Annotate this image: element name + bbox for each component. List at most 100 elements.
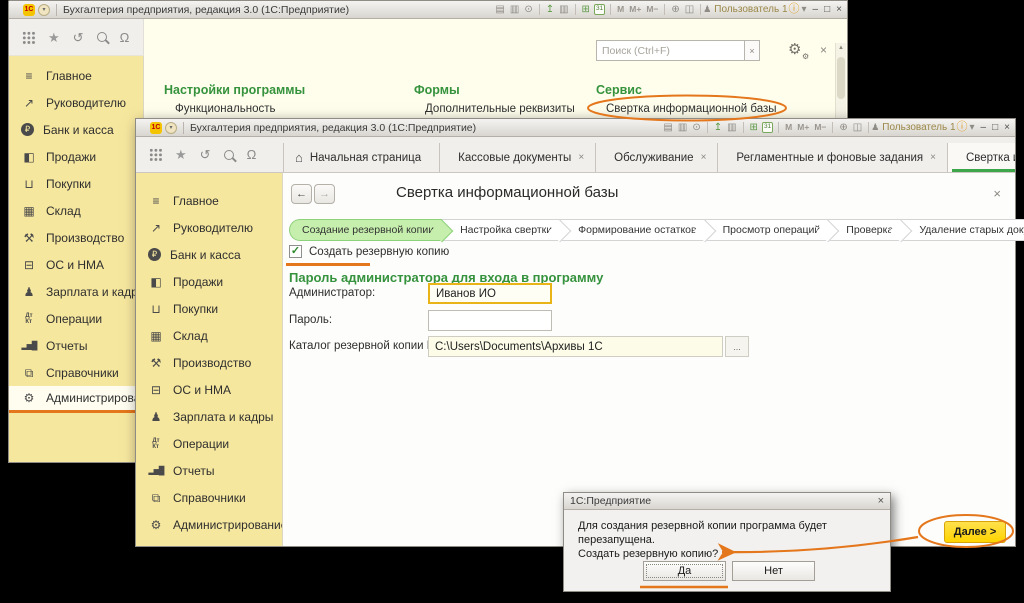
- checkbox-checked-icon[interactable]: ✓: [289, 245, 302, 258]
- wizard-step[interactable]: Настройка свертки: [442, 219, 560, 241]
- chevron-down-icon[interactable]: ▾: [801, 5, 808, 15]
- main-section-icon[interactable]: ≡ Главное: [136, 187, 282, 214]
- notifications-icon[interactable]: Ω: [120, 31, 130, 44]
- fixed-assets-icon[interactable]: ⊟ ОС и НМА: [9, 251, 143, 278]
- panel-close-icon[interactable]: ×: [820, 44, 827, 56]
- separator[interactable]: [778, 122, 779, 133]
- back-arrow-button[interactable]: ←: [291, 184, 312, 204]
- separator[interactable]: [700, 4, 701, 15]
- memory-minus-button[interactable]: M−: [813, 123, 827, 132]
- history-icon[interactable]: ↺: [200, 148, 211, 161]
- apps-grid-icon[interactable]: [149, 148, 162, 161]
- current-user[interactable]: ♟ Пользователь 1: [703, 4, 787, 15]
- favorites-icon[interactable]: ★: [48, 31, 60, 44]
- separator[interactable]: [539, 4, 540, 15]
- minimize-button[interactable]: –: [813, 4, 819, 15]
- link-additional-attributes[interactable]: Дополнительные реквизиты: [425, 103, 575, 115]
- memory-plus-button[interactable]: M+: [628, 5, 642, 14]
- password-field[interactable]: [428, 310, 552, 331]
- zoom-icon[interactable]: ⊕: [838, 123, 848, 133]
- calculator-icon[interactable]: ⊞: [581, 5, 591, 15]
- minimize-button[interactable]: –: [981, 122, 987, 133]
- no-button[interactable]: Нет: [732, 561, 815, 581]
- dialog-close-icon[interactable]: ×: [878, 495, 884, 507]
- close-button[interactable]: ×: [836, 4, 842, 15]
- purchases-icon[interactable]: ⊔ Покупки: [9, 170, 143, 197]
- print-preview-icon[interactable]: ⊙: [691, 123, 701, 133]
- backup-path-field[interactable]: C:\Users\Documents\Архивы 1С: [428, 336, 723, 357]
- tab[interactable]: Обслуживание×: [596, 143, 718, 172]
- wizard-step[interactable]: Удаление старых документов: [901, 219, 1024, 241]
- search-clear-button[interactable]: ×: [744, 40, 760, 61]
- payroll-hr-icon[interactable]: ♟ Зарплата и кадры: [9, 278, 143, 305]
- administration-icon[interactable]: ⚙ Администрирование: [9, 386, 143, 413]
- save-icon[interactable]: ▤: [662, 123, 673, 133]
- memory-recall-button[interactable]: M: [784, 123, 793, 132]
- link-functionality[interactable]: Функциональность: [175, 103, 276, 115]
- printer2-icon[interactable]: ▥: [726, 123, 737, 133]
- directories-icon[interactable]: ⧉ Справочники: [9, 359, 143, 386]
- tab[interactable]: ⌂Начальная страница: [283, 143, 440, 172]
- link-database-collapse[interactable]: Свертка информационной базы: [606, 103, 777, 115]
- reports-icon[interactable]: ▂▅█ Отчеты: [9, 332, 143, 359]
- send-icon[interactable]: ↥: [545, 5, 555, 15]
- sales-icon[interactable]: ◧ Продажи: [9, 143, 143, 170]
- zoom-icon[interactable]: ⊕: [670, 5, 680, 15]
- memory-recall-button[interactable]: M: [616, 5, 625, 14]
- separator[interactable]: [610, 4, 611, 15]
- chevron-down-icon[interactable]: ▾: [969, 123, 976, 133]
- warehouse-icon[interactable]: ▦ Склад: [9, 197, 143, 224]
- bank-cash-icon[interactable]: ₽ Банк и касса: [9, 116, 143, 143]
- memory-minus-button[interactable]: M−: [645, 5, 659, 14]
- wizard-step[interactable]: Просмотр операций: [705, 219, 829, 241]
- forward-arrow-button[interactable]: →: [314, 184, 335, 204]
- settings-gear-icon[interactable]: ⚙: [788, 42, 801, 57]
- close-button[interactable]: ×: [1004, 122, 1010, 133]
- tab[interactable]: Свертка информационной базы×: [948, 143, 1015, 172]
- separator[interactable]: [832, 122, 833, 133]
- scroll-thumb[interactable]: [837, 57, 845, 99]
- maximize-button[interactable]: □: [992, 122, 998, 133]
- print-icon[interactable]: ▥: [677, 123, 688, 133]
- tab[interactable]: Кассовые документы×: [440, 143, 596, 172]
- main-section-icon[interactable]: ≡ Главное: [9, 62, 143, 89]
- memory-plus-button[interactable]: M+: [796, 123, 810, 132]
- send-icon[interactable]: ↥: [713, 123, 723, 133]
- operations-icon[interactable]: Дт Кт Операции: [136, 430, 282, 457]
- notifications-icon[interactable]: Ω: [247, 148, 257, 161]
- separator[interactable]: [868, 122, 869, 133]
- production-icon[interactable]: ⚒ Производство: [136, 349, 282, 376]
- split-view-icon[interactable]: ◫: [684, 5, 695, 15]
- administration-icon[interactable]: ⚙ Администрирование: [136, 511, 282, 538]
- calendar-icon[interactable]: 31: [762, 122, 773, 133]
- yes-button[interactable]: Да: [643, 561, 726, 581]
- manager-section-icon[interactable]: ↗ Руководителю: [9, 89, 143, 116]
- calculator-icon[interactable]: ⊞: [749, 123, 759, 133]
- printer2-icon[interactable]: ▥: [558, 5, 569, 15]
- main-menu-button[interactable]: ▾: [38, 4, 50, 16]
- next-button[interactable]: Далее >: [944, 521, 1006, 543]
- apps-grid-icon[interactable]: [22, 31, 35, 44]
- separator[interactable]: [743, 122, 744, 133]
- operations-icon[interactable]: Дт Кт Операции: [9, 305, 143, 332]
- production-icon[interactable]: ⚒ Производство: [9, 224, 143, 251]
- favorites-icon[interactable]: ★: [175, 148, 187, 161]
- print-icon[interactable]: ▥: [509, 5, 520, 15]
- history-icon[interactable]: ↺: [73, 31, 84, 44]
- search-icon[interactable]: [97, 32, 107, 42]
- warehouse-icon[interactable]: ▦ Склад: [136, 322, 282, 349]
- wizard-close-icon[interactable]: ×: [993, 186, 1001, 201]
- manager-section-icon[interactable]: ↗ Руководителю: [136, 214, 282, 241]
- print-preview-icon[interactable]: ⊙: [523, 5, 533, 15]
- directories-icon[interactable]: ⧉ Справочники: [136, 484, 282, 511]
- backup-checkbox-row[interactable]: ✓ Создать резервную копию: [289, 245, 449, 258]
- tab-close-icon[interactable]: ×: [930, 153, 936, 163]
- admin-field[interactable]: [428, 283, 552, 304]
- bank-cash-icon[interactable]: ₽ Банк и касса: [136, 241, 282, 268]
- browse-button[interactable]: ...: [725, 336, 749, 357]
- search-icon[interactable]: [224, 150, 234, 160]
- current-user[interactable]: ♟ Пользователь 1: [871, 122, 955, 133]
- wizard-step[interactable]: Создание резервной копии: [289, 219, 442, 241]
- payroll-hr-icon[interactable]: ♟ Зарплата и кадры: [136, 403, 282, 430]
- scroll-up-icon[interactable]: ▲: [836, 45, 846, 51]
